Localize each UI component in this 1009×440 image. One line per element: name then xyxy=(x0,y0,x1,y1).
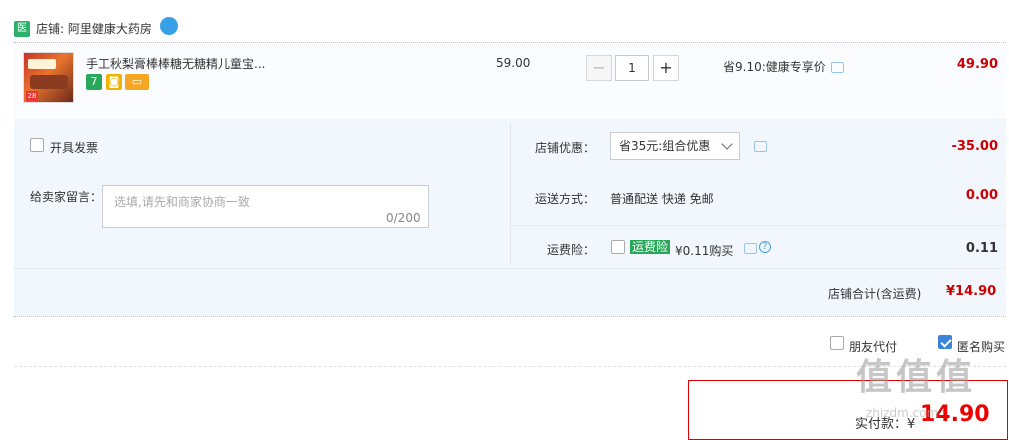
divider xyxy=(14,316,1006,317)
help-icon[interactable]: ? xyxy=(759,241,771,253)
store-discount-select[interactable]: 省35元:组合优惠 xyxy=(610,132,740,160)
comment-icon[interactable] xyxy=(831,62,844,73)
quantity-input[interactable]: 1 xyxy=(615,55,649,81)
friend-pay-checkbox[interactable] xyxy=(830,336,844,350)
item-total: 49.90 xyxy=(956,57,998,72)
comment-icon[interactable] xyxy=(744,243,757,254)
guarantee-icon: ◙ xyxy=(106,74,122,90)
message-char-count: 0/200 xyxy=(386,211,421,225)
panel-divider xyxy=(510,124,511,264)
subtotal-label: 店铺合计(含运费) xyxy=(828,287,922,301)
subtotal-value: ¥14.90 xyxy=(946,284,997,299)
seven-day-return-icon: 7 xyxy=(86,74,102,90)
divider xyxy=(14,42,1006,43)
divider xyxy=(510,225,1006,226)
shipping-label: 运送方式： xyxy=(534,192,595,206)
insurance-label: 运费险： xyxy=(546,243,595,257)
store-discount-value: 省35元:组合优惠 xyxy=(619,139,711,153)
chevron-down-icon xyxy=(721,138,733,150)
insurance-tag: 运费险 xyxy=(630,240,671,254)
comment-icon[interactable] xyxy=(754,141,767,152)
card-pay-icon: ▭ xyxy=(125,74,149,90)
anonymous-checkbox[interactable] xyxy=(938,335,952,349)
message-placeholder: 选填,请先和商家协商一致 xyxy=(114,195,250,209)
message-label: 给卖家留言： xyxy=(30,190,103,204)
thumbnail-badge: 28 xyxy=(26,91,38,101)
quantity-increase-button[interactable]: + xyxy=(653,55,679,81)
store-type-badge: 医 xyxy=(14,21,30,37)
quantity-decrease-button[interactable]: − xyxy=(586,55,612,81)
product-title-link[interactable]: 手工秋梨膏棒棒糖无糖精儿童宝... xyxy=(86,55,265,72)
insurance-amount: 0.11 xyxy=(965,241,998,256)
insurance-checkbox[interactable] xyxy=(611,240,625,254)
insurance-price: ¥0.11购买 xyxy=(675,244,734,258)
invoice-label: 开具发票 xyxy=(50,141,99,155)
shipping-method: 普通配送 快递 免邮 xyxy=(610,192,714,206)
item-discount-label: 省9.10:健康专享价 xyxy=(723,60,826,74)
chat-bubble-icon[interactable] xyxy=(160,17,178,35)
watermark-url: zhizdm.com xyxy=(866,406,939,420)
watermark: 值值值 xyxy=(856,357,977,398)
store-name[interactable]: 店铺: 阿里健康大药房 xyxy=(36,21,152,37)
store-discount-label: 店铺优惠： xyxy=(534,141,595,155)
store-discount-amount: -35.00 xyxy=(951,139,998,154)
product-thumbnail[interactable]: 28 xyxy=(23,52,74,103)
divider xyxy=(14,268,1006,269)
shipping-amount: 0.00 xyxy=(965,188,998,203)
invoice-checkbox[interactable] xyxy=(30,138,44,152)
unit-price: 59.00 xyxy=(496,56,531,70)
